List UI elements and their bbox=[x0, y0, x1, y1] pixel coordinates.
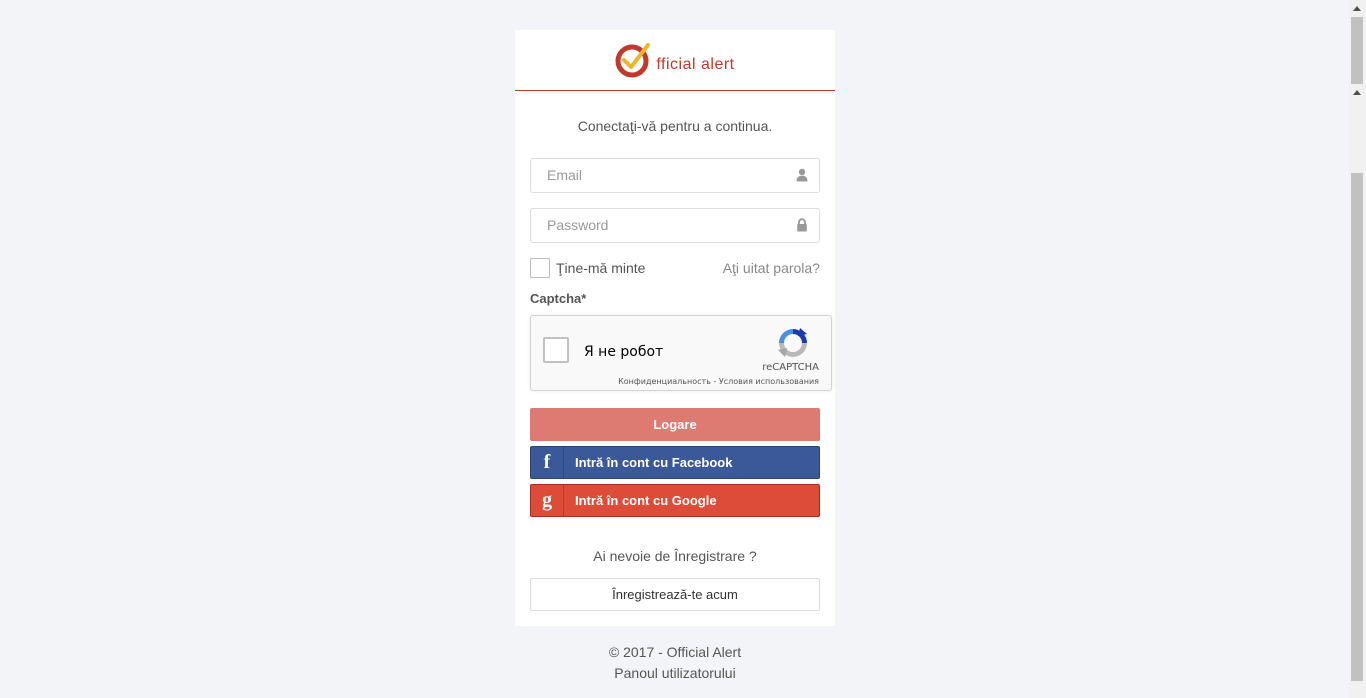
recaptcha-links[interactable]: Конфиденциальность - Условия использован… bbox=[618, 377, 819, 386]
remember-me[interactable]: Ţine-mă minte bbox=[530, 258, 645, 278]
vertical-scrollbar[interactable] bbox=[1349, 0, 1366, 698]
recaptcha-logo-icon bbox=[778, 328, 807, 357]
facebook-login-label: Intră în cont cu Facebook bbox=[575, 455, 733, 470]
footer: © 2017 - Official Alert Panoul utilizato… bbox=[515, 642, 835, 684]
password-input[interactable] bbox=[531, 209, 787, 240]
logo-check-icon bbox=[615, 43, 651, 78]
google-login-button[interactable]: g Intră în cont cu Google bbox=[530, 484, 820, 517]
email-field[interactable] bbox=[530, 158, 820, 193]
login-button[interactable]: Logare bbox=[530, 408, 820, 441]
scrollbar-thumb[interactable] bbox=[1351, 173, 1363, 681]
card-header: fficial alert bbox=[515, 30, 835, 91]
footer-copyright: © 2017 - Official Alert bbox=[608, 644, 742, 660]
user-icon bbox=[796, 168, 808, 182]
register-button[interactable]: Înregistrează-te acum bbox=[530, 578, 820, 611]
forgot-password-link[interactable]: Aţi uitat parola? bbox=[723, 260, 820, 276]
login-card: fficial alert Conectaţi-vă pentru a cont… bbox=[515, 30, 835, 626]
need-register-text: Ai nevoie de Înregistrare ? bbox=[593, 548, 757, 564]
password-field[interactable] bbox=[530, 208, 820, 243]
google-login-label: Intră în cont cu Google bbox=[575, 493, 717, 508]
remember-checkbox[interactable] bbox=[530, 258, 550, 278]
recaptcha-brand: reCAPTCHA bbox=[762, 362, 819, 373]
recaptcha-widget: Я не робот reCAPTCHA Конфиденциальность … bbox=[530, 315, 832, 391]
recaptcha-text: Я не робот bbox=[584, 344, 664, 360]
facebook-icon: f bbox=[531, 447, 564, 478]
logo: fficial alert bbox=[615, 40, 734, 80]
facebook-login-button[interactable]: f Intră în cont cu Facebook bbox=[530, 446, 820, 479]
scroll-up-icon[interactable] bbox=[1353, 6, 1361, 11]
scroll-arrow-icon[interactable] bbox=[1353, 90, 1361, 95]
google-icon: g bbox=[531, 485, 564, 516]
recaptcha-checkbox[interactable] bbox=[543, 337, 569, 363]
lock-icon bbox=[797, 218, 807, 232]
footer-subtitle: Panoul utilizatorului bbox=[614, 665, 736, 681]
login-subtitle: Conectaţi-vă pentru a continua. bbox=[577, 118, 773, 134]
remember-label: Ţine-mă minte bbox=[556, 260, 646, 276]
email-input[interactable] bbox=[531, 159, 787, 190]
captcha-label: Captcha* bbox=[530, 291, 587, 306]
scrollbar-thumb-top[interactable] bbox=[1351, 17, 1363, 84]
logo-text: fficial alert bbox=[656, 55, 735, 73]
